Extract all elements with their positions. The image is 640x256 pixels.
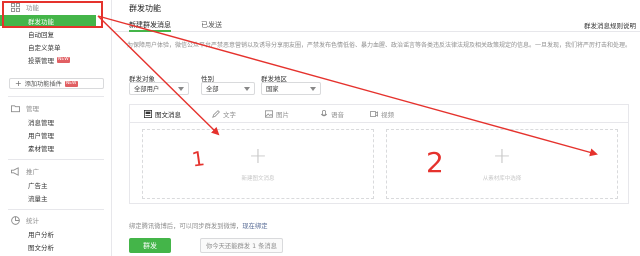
- image-icon: [265, 110, 273, 118]
- type-tab-label: 语音: [331, 111, 344, 119]
- type-tab-label: 图片: [276, 111, 289, 119]
- gender-select-value: 全部: [206, 86, 219, 93]
- sidebar-item-article-analysis[interactable]: 图文分析: [0, 241, 110, 252]
- sidebar-item-label: 用户分析: [28, 230, 54, 239]
- sidebar-item-custom-menu[interactable]: 自定义菜单: [0, 41, 110, 52]
- card-caption: 新建图文消息: [241, 176, 275, 182]
- sidebar-item-label: 广告主: [28, 181, 48, 190]
- sidebar-section-title: 统计: [26, 217, 39, 225]
- sidebar-item-advertiser[interactable]: 广告主: [0, 179, 110, 190]
- type-tab-label: 文字: [223, 111, 236, 119]
- region-select[interactable]: 国家: [261, 82, 321, 95]
- sidebar-section-title: 推广: [26, 168, 39, 176]
- weibo-bind-text: 绑定腾讯微博后，可以同步群发到微博，: [129, 223, 243, 230]
- tab-bar: 新建群发消息 已发送 群发消息规则说明: [113, 14, 640, 32]
- sidebar-item-label: 素材管理: [28, 144, 54, 153]
- sidebar-item-label: 用户管理: [28, 131, 54, 140]
- target-select-value: 全部用户: [134, 86, 160, 93]
- sidebar-section-manage: 管理: [0, 102, 110, 114]
- sidebar-item-auto-reply[interactable]: 自动回复: [0, 28, 110, 39]
- article-icon: [144, 110, 152, 118]
- select-from-library-card[interactable]: + 从素材库中选择: [386, 129, 618, 199]
- rules-link[interactable]: 群发消息规则说明: [584, 20, 636, 30]
- sidebar-section-stats: 统计: [0, 214, 110, 226]
- type-tab-image[interactable]: 图片: [265, 109, 289, 119]
- sidebar-item-material-manage[interactable]: 素材管理: [0, 142, 110, 153]
- plus-icon: +: [248, 144, 268, 169]
- sidebar-section-promotion: 推广: [0, 165, 110, 177]
- main-panel: 群发功能 新建群发消息 已发送 群发消息规则说明 为保障用户体验，微信公众平台严…: [113, 0, 640, 256]
- sidebar-item-label: 自定义菜单: [28, 43, 61, 52]
- send-button[interactable]: 群发: [129, 238, 171, 253]
- chevron-down-icon: [178, 86, 184, 91]
- plus-icon: +: [492, 144, 512, 169]
- sidebar-item-message-manage[interactable]: 消息管理: [0, 116, 110, 127]
- chevron-down-icon: [244, 86, 250, 91]
- video-icon: [370, 111, 378, 117]
- card-caption: 从素材库中选择: [482, 176, 522, 182]
- chevron-down-icon: [310, 86, 316, 91]
- type-tab-label: 图文消息: [155, 111, 181, 119]
- sidebar-item-label: 消息管理: [28, 118, 54, 127]
- weibo-bind-hint: 绑定腾讯微博后，可以同步群发到微博，现在绑定: [129, 221, 268, 230]
- sidebar-item-user-analysis[interactable]: 用户分析: [0, 228, 110, 239]
- sidebar-item-traffic-owner[interactable]: 流量主: [0, 192, 110, 203]
- sidebar-item-vote-manage[interactable]: 投票管理 NEW: [0, 54, 110, 65]
- page-title: 群发功能: [129, 4, 161, 13]
- send-quota: 你今天还能群发 1 条消息: [200, 238, 283, 253]
- message-type-tabs: 图文消息 文字 图片 语音 视频: [130, 105, 628, 123]
- tab-new-mass-message[interactable]: 新建群发消息: [129, 20, 171, 32]
- new-article-card[interactable]: + 新建图文消息: [142, 129, 374, 199]
- pen-icon: [212, 110, 220, 118]
- sidebar-divider: [8, 159, 104, 160]
- type-tab-video[interactable]: 视频: [370, 109, 394, 119]
- target-select[interactable]: 全部用户: [129, 82, 189, 95]
- gender-select[interactable]: 全部: [201, 82, 255, 95]
- new-badge: NEW: [64, 80, 78, 87]
- sidebar: 功能 群发功能 自动回复 自定义菜单 投票管理 NEW + 添加功能插件 NEW…: [0, 0, 112, 256]
- sidebar-item-label: 自动回复: [28, 30, 54, 39]
- type-tab-voice[interactable]: 语音: [320, 109, 344, 119]
- add-plugin-label: 添加功能插件: [24, 81, 62, 88]
- sidebar-item-label: 流量主: [28, 194, 48, 203]
- sidebar-divider: [8, 96, 104, 97]
- type-tab-text[interactable]: 文字: [212, 109, 236, 119]
- message-editor: 图文消息 文字 图片 语音 视频 + 新建图文消息 + 从素材库中选择: [129, 104, 629, 204]
- sidebar-item-label: 图文分析: [28, 243, 54, 252]
- voice-icon: [320, 110, 328, 117]
- plus-icon: +: [15, 78, 22, 88]
- sidebar-item-label: 投票管理: [28, 56, 54, 65]
- sidebar-divider: [8, 209, 104, 210]
- sidebar-item-user-manage[interactable]: 用户管理: [0, 129, 110, 140]
- weibo-bind-link[interactable]: 现在绑定: [242, 223, 267, 230]
- new-badge: NEW: [57, 56, 70, 63]
- add-plugin-button[interactable]: + 添加功能插件 NEW: [9, 78, 104, 89]
- type-tab-article[interactable]: 图文消息: [144, 109, 181, 119]
- region-select-value: 国家: [266, 86, 279, 93]
- sidebar-section-title: 管理: [26, 105, 39, 113]
- folder-icon: [11, 104, 20, 112]
- tab-sent[interactable]: 已发送: [201, 20, 222, 30]
- type-tab-label: 视频: [381, 111, 394, 119]
- highlight-box: [2, 1, 103, 28]
- policy-notice: 为保障用户体验，微信公众平台严禁恶意营销以及诱导分享朋友圈，严禁发布色情低俗、暴…: [127, 42, 632, 49]
- pie-chart-icon: [11, 215, 20, 225]
- megaphone-icon: [11, 166, 19, 176]
